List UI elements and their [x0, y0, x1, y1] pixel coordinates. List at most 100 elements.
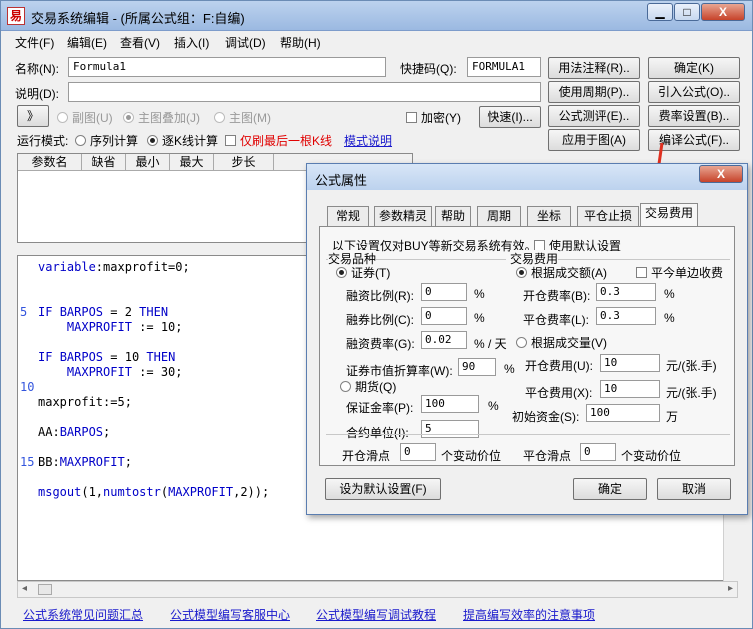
test-button[interactable]: 公式测评(E)..	[548, 105, 640, 127]
margin-fee-input[interactable]: 0.02	[421, 331, 467, 349]
tab-param-wizard[interactable]: 参数精灵	[374, 206, 432, 226]
discount-unit: %	[504, 362, 515, 376]
maximize-button[interactable]: □	[674, 3, 700, 21]
close-button[interactable]: X	[701, 3, 745, 21]
init-fund-label: 初始资金(S):	[512, 410, 580, 424]
checkbox-icon	[636, 267, 647, 278]
mainchart-radio[interactable]: 主图(M)	[214, 109, 271, 126]
radio-icon	[57, 112, 68, 123]
by-volume-radio[interactable]: 根据成交量(V)	[516, 334, 607, 351]
code-line: MAXPROFIT := 10;	[66, 320, 183, 334]
close-fee-input[interactable]: 10	[600, 380, 660, 398]
close-fee-label: 平仓费用(X):	[525, 386, 593, 400]
name-label: 名称(N):	[15, 62, 59, 76]
init-fund-input[interactable]: 100	[586, 404, 660, 422]
mode-help-link[interactable]: 模式说明	[344, 132, 392, 149]
desc-input[interactable]	[68, 82, 541, 102]
minimize-button[interactable]: ▁	[647, 3, 673, 21]
expand-button[interactable]: 》	[17, 105, 49, 127]
usage-button[interactable]: 用法注释(R)..	[548, 57, 640, 79]
subchart-radio[interactable]: 副图(U)	[57, 109, 113, 126]
margin-ratio-label: 融资比例(R):	[346, 289, 414, 303]
tab-period[interactable]: 周期	[477, 206, 521, 226]
open-fee-input[interactable]: 10	[600, 354, 660, 372]
code-line: maxprofit:=5;	[38, 395, 132, 409]
encrypt-checkbox[interactable]: 加密(Y)	[406, 109, 461, 126]
shortcut-input[interactable]: FORMULA1	[467, 57, 541, 77]
close-one-side-checkbox[interactable]: 平今单边收费	[636, 264, 723, 281]
margin-fee-label: 融资费率(G):	[346, 337, 415, 351]
dialog-ok-button[interactable]: 确定	[573, 478, 647, 500]
deposit-input[interactable]: 100	[421, 395, 479, 413]
menu-view[interactable]: 查看(V)	[120, 34, 160, 51]
checkbox-icon	[225, 135, 236, 146]
window-title: 交易系统编辑 - (所属公式组：F:自编)	[31, 11, 245, 26]
set-default-button[interactable]: 设为默认设置(F)	[325, 478, 441, 500]
scroll-thumb[interactable]	[38, 584, 52, 595]
tab-stoploss[interactable]: 平仓止损	[577, 206, 639, 226]
fee-button[interactable]: 费率设置(B)..	[648, 105, 740, 127]
open-rate-input[interactable]: 0.3	[596, 283, 656, 301]
dialog-close-button[interactable]: X	[699, 165, 743, 183]
footer-link-efficiency[interactable]: 提高编写效率的注意事项	[463, 606, 595, 623]
footer-link-tutorial[interactable]: 公式模型编写调试教程	[316, 606, 436, 623]
grid-header-max: 最大	[170, 154, 214, 171]
menu-help[interactable]: 帮助(H)	[280, 34, 321, 51]
run-seq-radio[interactable]: 序列计算	[75, 132, 138, 149]
discount-label: 证券市值折算率(W):	[346, 364, 453, 378]
tab-trade-fee[interactable]: 交易费用	[640, 203, 698, 227]
short-ratio-input[interactable]: 0	[421, 307, 467, 325]
footer-link-support[interactable]: 公式模型编写客服中心	[170, 606, 290, 623]
horizontal-scrollbar[interactable]: ◂ ▸	[17, 581, 738, 598]
code-line: BB:MAXPROFIT;	[38, 455, 132, 469]
close-rate-input[interactable]: 0.3	[596, 307, 656, 325]
quick-button[interactable]: 快速(I)...	[479, 106, 541, 128]
code-line: IF BARPOS = 10 THEN	[38, 350, 176, 364]
close-slip-label: 平仓滑点	[523, 449, 572, 463]
run-k-radio[interactable]: 逐K线计算	[147, 132, 218, 149]
radio-icon	[147, 135, 158, 146]
futures-label: 期货(Q)	[355, 380, 397, 394]
period-button[interactable]: 使用周期(P)..	[548, 81, 640, 103]
ok-button[interactable]: 确定(K)	[648, 57, 740, 79]
run-k-label: 逐K线计算	[162, 134, 219, 148]
encrypt-label: 加密(Y)	[421, 111, 461, 125]
shortcut-label: 快捷码(Q):	[400, 62, 457, 76]
tab-general[interactable]: 常规	[327, 206, 369, 226]
dialog-cancel-button[interactable]: 取消	[657, 478, 731, 500]
code-line: IF BARPOS = 2 THEN	[38, 305, 169, 319]
use-default-label: 使用默认设置	[549, 239, 622, 253]
footer-link-faq[interactable]: 公式系统常见问题汇总	[23, 606, 143, 623]
mainchart-label: 主图(M)	[229, 111, 271, 125]
menu-edit[interactable]: 编辑(E)	[67, 34, 107, 51]
discount-input[interactable]: 90	[458, 358, 496, 376]
apply-button[interactable]: 应用于图(A)	[548, 129, 640, 151]
stock-radio[interactable]: 证券(T)	[336, 264, 390, 281]
refresh-last-checkbox[interactable]: 仅刷最后一根K线	[225, 132, 332, 149]
name-input[interactable]: Formula1	[68, 57, 386, 77]
title-bar: 易 交易系统编辑 - (所属公式组：F:自编) ▁ □ X	[1, 1, 752, 31]
import-button[interactable]: 引入公式(O)..	[648, 81, 740, 103]
futures-radio[interactable]: 期货(Q)	[340, 378, 396, 395]
tab-axis[interactable]: 坐标	[527, 206, 571, 226]
scroll-left-icon[interactable]: ◂	[22, 583, 27, 594]
by-amount-radio[interactable]: 根据成交额(A)	[516, 264, 607, 281]
menu-bar: 文件(F) 编辑(E) 查看(V) 插入(I) 调试(D) 帮助(H)	[1, 31, 752, 51]
menu-file[interactable]: 文件(F)	[15, 34, 54, 51]
margin-ratio-input[interactable]: 0	[421, 283, 467, 301]
menu-insert[interactable]: 插入(I)	[174, 34, 209, 51]
close-slip-input[interactable]: 0	[580, 443, 616, 461]
open-slip-input[interactable]: 0	[400, 443, 436, 461]
grid-header-step: 步长	[214, 154, 274, 171]
scroll-right-icon[interactable]: ▸	[728, 583, 733, 594]
tab-help[interactable]: 帮助	[435, 206, 471, 226]
dialog-title-bar: 公式属性 X	[307, 164, 747, 190]
radio-icon	[214, 112, 225, 123]
contract-input[interactable]: 5	[421, 420, 479, 438]
overlay-radio[interactable]: 主图叠加(J)	[123, 109, 200, 126]
short-ratio-label: 融券比例(C):	[346, 313, 414, 327]
by-volume-label: 根据成交量(V)	[531, 336, 607, 350]
open-rate-unit: %	[664, 287, 675, 301]
menu-debug[interactable]: 调试(D)	[225, 34, 266, 51]
dialog-title: 公式属性	[315, 173, 368, 188]
